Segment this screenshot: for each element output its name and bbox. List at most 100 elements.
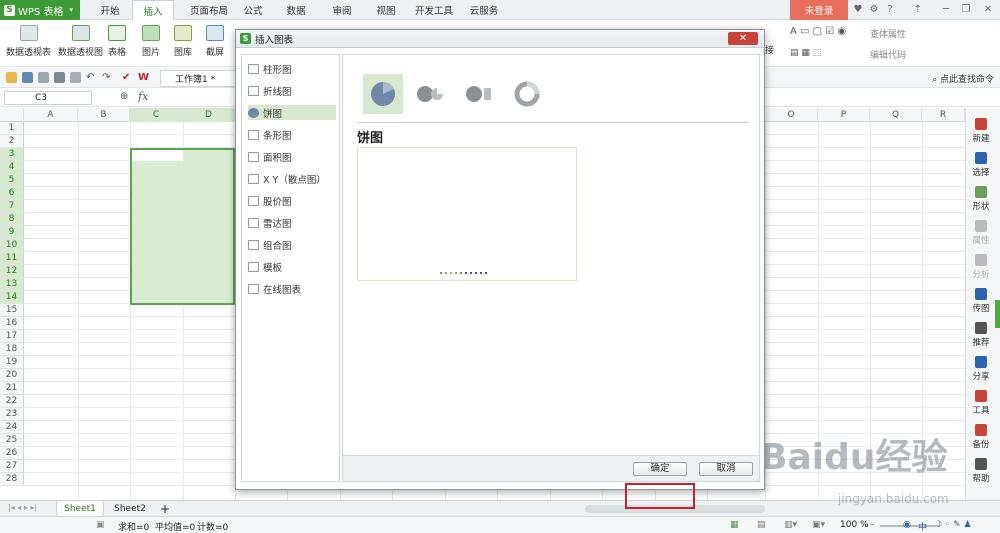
chart-type-item[interactable]: 折线图 [248, 83, 336, 98]
undo-icon[interactable]: ↶ [86, 72, 97, 83]
side-panel-item[interactable]: 属性 [966, 220, 996, 246]
side-panel-item[interactable]: 形状 [966, 186, 996, 212]
normal-view-icon[interactable]: ▦ [730, 520, 739, 530]
row-header[interactable]: 14 [0, 291, 24, 304]
sheet-nav-arrows-icon[interactable]: |◂ ◂ ▸ ▸| [8, 503, 37, 512]
save-icon[interactable] [22, 72, 33, 83]
check-icon[interactable]: ✔ [122, 72, 133, 83]
column-header[interactable]: R [922, 108, 965, 122]
minimize-icon[interactable]: ─ [940, 4, 952, 16]
row-header[interactable]: 10 [0, 239, 24, 252]
chart-type-item[interactable]: 在线图表 [248, 281, 336, 296]
column-header[interactable]: B [78, 108, 130, 122]
row-header[interactable]: 17 [0, 330, 24, 343]
row-header[interactable]: 20 [0, 369, 24, 382]
login-button[interactable]: 未登录 [790, 0, 848, 20]
row-header[interactable]: 5 [0, 174, 24, 187]
pivot-table-button[interactable]: 数据透视表 [6, 25, 51, 58]
row-header[interactable]: 22 [0, 395, 24, 408]
tab-review[interactable]: 审阅 [328, 0, 356, 20]
ok-button[interactable]: 确定 [633, 462, 687, 476]
row-header[interactable]: 15 [0, 304, 24, 317]
tab-home[interactable]: 开始 [95, 0, 125, 20]
chart-type-item[interactable]: 模板 [248, 259, 336, 274]
edit-code-button[interactable]: 编辑代码 [870, 48, 906, 61]
side-panel-item[interactable]: 分享 [966, 356, 996, 382]
row-header[interactable]: 23 [0, 408, 24, 421]
picture-button[interactable]: 图片 [142, 25, 160, 58]
zoom-out-icon[interactable]: – [870, 520, 875, 530]
side-panel-item[interactable]: 工具 [966, 390, 996, 416]
restore-icon[interactable]: ❐ [960, 4, 972, 16]
row-header[interactable]: 27 [0, 460, 24, 473]
column-header[interactable]: A [24, 108, 78, 122]
row-header[interactable]: 16 [0, 317, 24, 330]
chart-type-item[interactable]: 条形图 [248, 127, 336, 142]
cancel-button[interactable]: 取消 [699, 462, 753, 476]
add-sheet-button[interactable]: + [156, 501, 174, 517]
active-cell[interactable] [132, 150, 183, 161]
app-menu-button[interactable]: S WPS 表格 ▾ [0, 0, 80, 20]
chart-type-item[interactable]: 柱形图 [248, 61, 336, 76]
page-layout-view-icon[interactable]: ▤ [757, 520, 766, 530]
close-icon[interactable]: ✕ [982, 4, 994, 16]
control-props-button[interactable]: 查体属性 [870, 27, 906, 40]
side-panel-item[interactable]: 推荐 [966, 322, 996, 348]
select-all-corner[interactable] [0, 108, 24, 122]
side-panel-item[interactable]: 备份 [966, 424, 996, 450]
reading-mode-icon[interactable]: ▣▾ [812, 520, 825, 530]
side-panel-item[interactable]: 分析 [966, 254, 996, 280]
screenshot-button[interactable]: 截屏 [206, 25, 224, 58]
sheet-tab[interactable]: Sheet1 [56, 501, 104, 517]
column-header[interactable]: Q [870, 108, 922, 122]
dialog-close-button[interactable]: ✕ [728, 32, 758, 45]
table-button[interactable]: 表格 [108, 25, 126, 58]
open-icon[interactable] [6, 72, 17, 83]
side-panel-item[interactable]: 选择 [966, 152, 996, 178]
sheet-tab[interactable]: Sheet2 [106, 501, 154, 517]
page-break-view-icon[interactable]: ▥▾ [784, 520, 797, 530]
side-panel-item[interactable]: 新建 [966, 118, 996, 144]
row-header[interactable]: 28 [0, 473, 24, 486]
row-header[interactable]: 13 [0, 278, 24, 291]
document-tab[interactable]: 工作簿1 * [160, 70, 240, 87]
chart-type-item[interactable]: 面积图 [248, 149, 336, 164]
column-header[interactable]: D [183, 108, 235, 122]
side-panel-toggle[interactable] [995, 300, 1000, 328]
row-header[interactable]: 8 [0, 213, 24, 226]
pin-icon[interactable]: ⇡ [912, 4, 924, 16]
preview-icon[interactable] [70, 72, 81, 83]
doughnut-subtype-button[interactable] [507, 74, 547, 114]
zoom-search-icon[interactable]: ⊕ [120, 91, 128, 102]
tab-page-layout[interactable]: 页面布局 [182, 0, 236, 20]
tab-formulas[interactable]: 公式 [240, 0, 266, 20]
column-header[interactable]: P [818, 108, 870, 122]
print-icon[interactable] [54, 72, 65, 83]
help-icon[interactable]: ? [884, 4, 896, 16]
find-command-search[interactable]: ⌕ 点此查找命令 [932, 72, 994, 85]
ime-moon-icon[interactable]: ☽ ◦ ✎ ♟ [934, 520, 972, 530]
gear-icon[interactable]: ⚙ [868, 4, 880, 16]
shape-controls-icon[interactable]: A ▭ ▢ ☑ ◉ [790, 26, 846, 37]
row-header[interactable]: 18 [0, 343, 24, 356]
row-header[interactable]: 9 [0, 226, 24, 239]
export-icon[interactable] [38, 72, 49, 83]
row-header[interactable]: 4 [0, 161, 24, 174]
row-header[interactable]: 7 [0, 200, 24, 213]
row-header[interactable]: 12 [0, 265, 24, 278]
chart-type-item[interactable]: 饼图 [248, 105, 336, 120]
row-header[interactable]: 6 [0, 187, 24, 200]
wps-w-icon[interactable]: W [138, 72, 149, 83]
side-panel-item[interactable]: 帮助 [966, 458, 996, 484]
row-header[interactable]: 25 [0, 434, 24, 447]
row-header[interactable]: 2 [0, 135, 24, 148]
zoom-level[interactable]: 100 % [840, 520, 869, 530]
pie-exploded-subtype-button[interactable] [411, 74, 451, 114]
tab-data[interactable]: 数据 [282, 0, 310, 20]
bar-of-pie-subtype-button[interactable] [459, 74, 499, 114]
redo-icon[interactable]: ↷ [102, 72, 113, 83]
pivot-chart-button[interactable]: 数据透视图 [58, 25, 103, 58]
function-icon[interactable]: fx [138, 90, 148, 103]
selected-range[interactable] [130, 148, 235, 305]
row-header[interactable]: 19 [0, 356, 24, 369]
